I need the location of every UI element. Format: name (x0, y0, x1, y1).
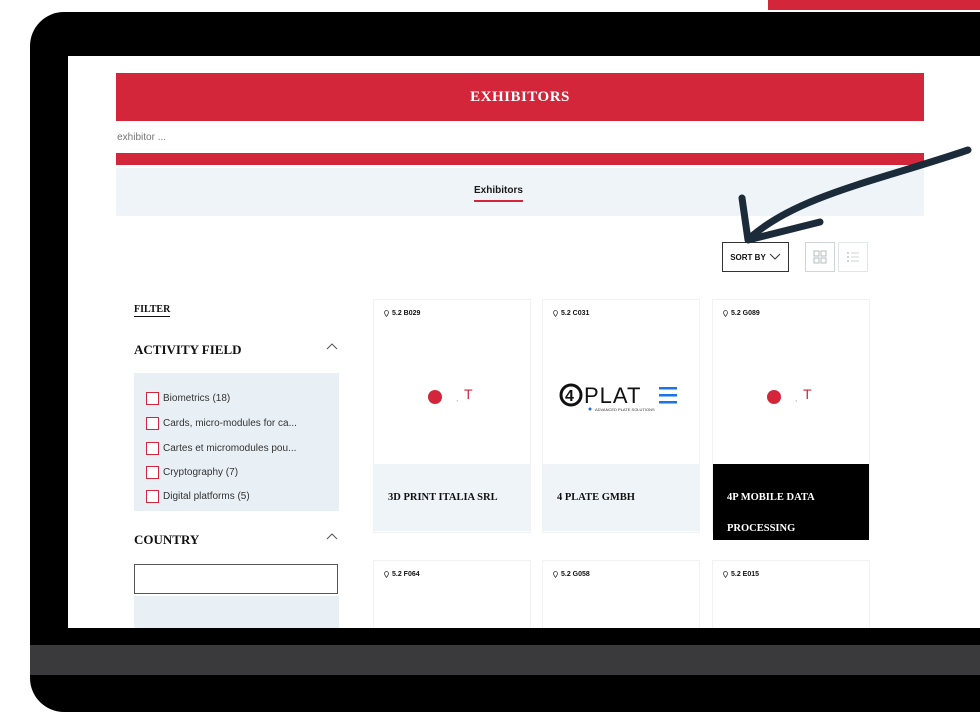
checkbox[interactable] (146, 442, 159, 455)
search-divider (116, 153, 924, 165)
sort-by-button[interactable]: SORT BY (722, 242, 789, 272)
page-title: EXHIBITORS (116, 73, 924, 121)
tabs-bar: Exhibitors (116, 168, 924, 216)
tab-exhibitors[interactable]: Exhibitors (474, 185, 523, 202)
chevron-down-icon (769, 253, 781, 260)
exhibitor-card[interactable]: 5.2 C031 4 PLAT ADVANCED PLATE SOLUTIONS… (543, 300, 699, 532)
filter-item-cards[interactable]: Cards, micro-modules for ca... (146, 417, 297, 430)
sort-by-label: SORT BY (730, 252, 766, 262)
list-view-button[interactable] (838, 242, 868, 272)
location-pin-icon (723, 310, 728, 317)
filter-title: FILTER (134, 304, 171, 317)
4plate-logo: 4 PLAT ADVANCED PLATE SOLUTIONS (559, 383, 677, 412)
filter-item-biometrics[interactable]: Biometrics (18) (146, 392, 230, 405)
location-pin-icon (384, 310, 389, 317)
stand-location: 5.2 G089 (723, 310, 760, 317)
filter-item-cryptography[interactable]: Cryptography (7) (146, 466, 238, 479)
chevron-up-icon[interactable] (326, 532, 338, 543)
location-pin-icon (553, 571, 558, 578)
corner-accent (768, 0, 980, 10)
grid-view-button[interactable] (805, 242, 835, 272)
company-logo: ,T (374, 330, 530, 463)
activity-field-list: Biometrics (18) Cards, micro-modules for… (134, 373, 401, 511)
svg-text:PLAT: PLAT (584, 383, 641, 408)
company-name[interactable]: 4P MOBILE DATA PROCESSING (713, 464, 869, 540)
exhibitor-card[interactable]: 5.2 B029 ,T 3D PRINT ITALIA SRL (374, 300, 530, 532)
stand-location: 5.2 F064 (384, 571, 420, 578)
checkbox[interactable] (146, 417, 159, 430)
location-pin-icon (723, 571, 728, 578)
location-pin-icon (553, 310, 558, 317)
checkbox[interactable] (146, 466, 159, 479)
location-pin-icon (384, 571, 389, 578)
country-search-input[interactable] (134, 564, 338, 594)
list-icon (847, 252, 859, 262)
company-name[interactable]: 4 PLATE GMBH (543, 464, 699, 531)
svg-text:4: 4 (565, 388, 574, 405)
filter-item-digital-platforms[interactable]: Digital platforms (5) (146, 490, 250, 503)
exhibitor-card[interactable]: 5.2 E015 (713, 561, 869, 628)
filter-item-cartes[interactable]: Cartes et micromodules pou... (146, 442, 296, 455)
search-input[interactable] (116, 121, 924, 153)
checkbox[interactable] (146, 392, 159, 405)
svg-text:ADVANCED PLATE SOLUTIONS: ADVANCED PLATE SOLUTIONS (595, 407, 655, 412)
stand-location: 5.2 C031 (553, 310, 589, 317)
exhibitor-card[interactable]: 5.2 G058 (543, 561, 699, 628)
stand-location: 5.2 E015 (723, 571, 759, 578)
screen: EXHIBITORS Exhibitors SORT BY FILTER ACT… (68, 56, 980, 628)
grid-icon (813, 250, 827, 264)
country-list: ▲ (134, 596, 400, 628)
country-title[interactable]: COUNTRY (134, 532, 199, 548)
chevron-up-icon[interactable] (326, 342, 338, 353)
search-bar (116, 121, 924, 153)
stand-location: 5.2 G058 (553, 571, 590, 578)
laptop-base (30, 645, 980, 675)
company-logo: ,T (713, 330, 869, 463)
activity-field-title[interactable]: ACTIVITY FIELD (134, 342, 242, 358)
stand-location: 5.2 B029 (384, 310, 420, 317)
company-name[interactable]: 3D PRINT ITALIA SRL (374, 464, 530, 531)
exhibitor-card[interactable]: 5.2 F064 (374, 561, 530, 628)
checkbox[interactable] (146, 490, 159, 503)
exhibitor-card[interactable]: 5.2 G089 ,T 4P MOBILE DATA PROCESSING (713, 300, 869, 540)
company-logo: 4 PLAT ADVANCED PLATE SOLUTIONS (543, 330, 699, 463)
